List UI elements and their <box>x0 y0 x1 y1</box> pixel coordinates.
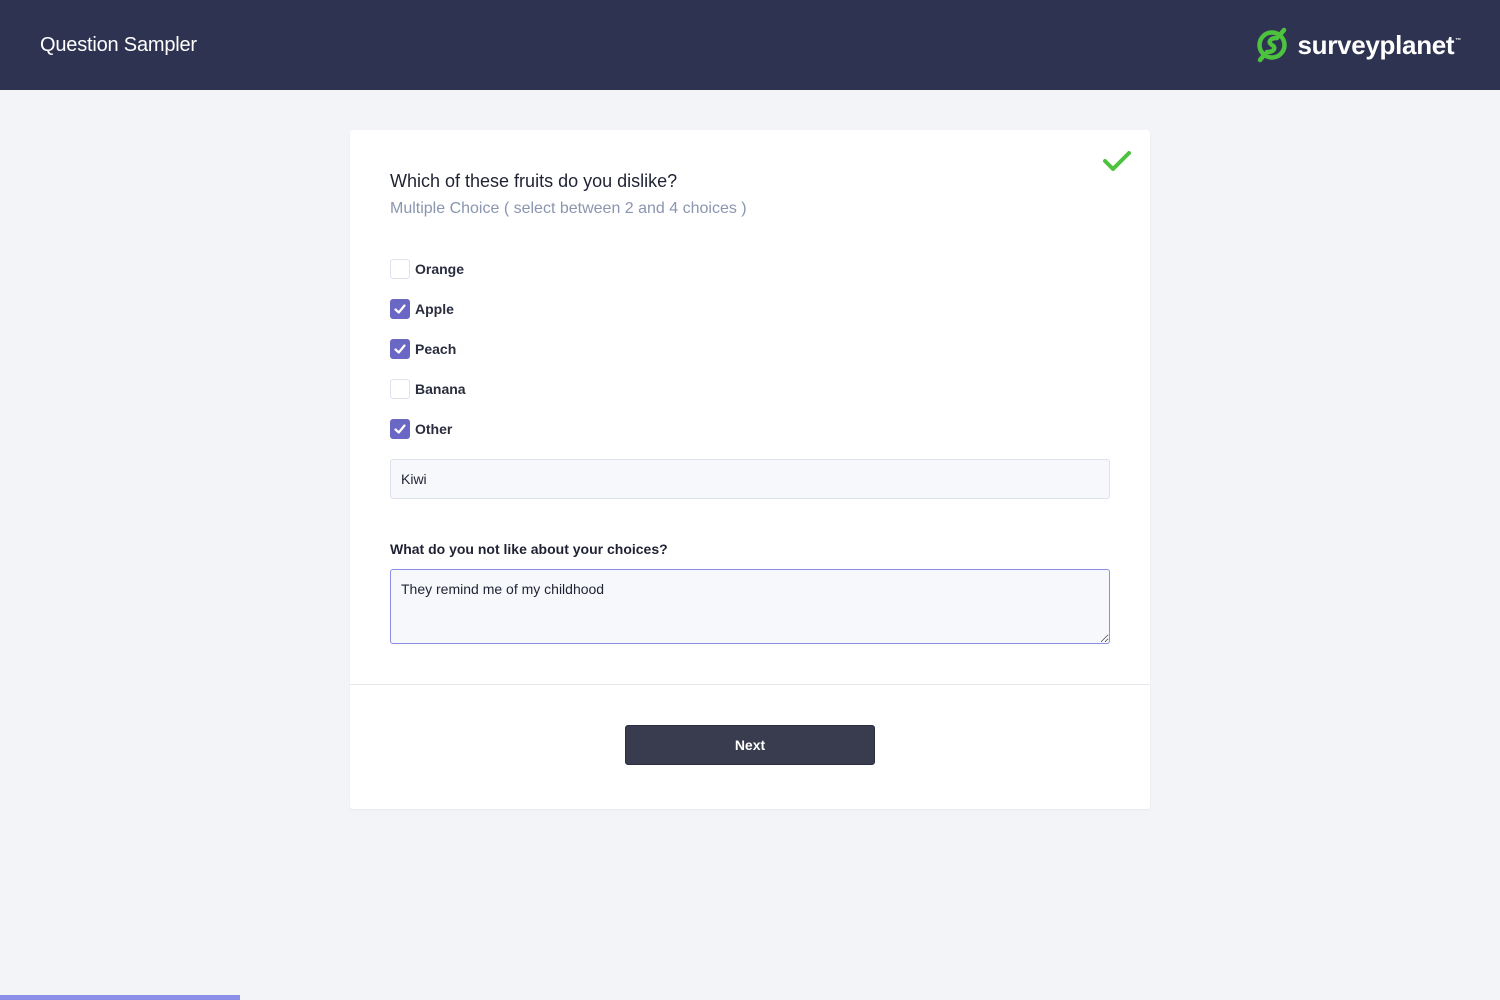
checkbox-check-icon <box>394 344 406 354</box>
checkbox[interactable] <box>390 299 410 319</box>
brand-name: surveyplanet™ <box>1297 29 1461 61</box>
question-card: Which of these fruits do you dislike? Mu… <box>350 130 1150 809</box>
checkmark-icon <box>1103 151 1131 171</box>
choice-option-peach[interactable]: Peach <box>390 339 456 359</box>
checkbox[interactable] <box>390 419 410 439</box>
trademark-mark: ™ <box>1455 37 1461 44</box>
other-answer-input[interactable] <box>390 459 1110 499</box>
choice-label: Peach <box>415 341 457 357</box>
progress-bar <box>0 995 1500 1000</box>
brand-name-text: surveyplanet <box>1297 29 1455 60</box>
question-title: Which of these fruits do you dislike? <box>390 171 678 191</box>
choice-option-other[interactable]: Other <box>390 419 452 439</box>
app-header: Question Sampler surveyplanet™ <box>0 0 1500 90</box>
next-button[interactable]: Next <box>625 725 875 765</box>
surveyplanet-logo-icon <box>1257 27 1288 63</box>
followup-question-label: What do you not like about your choices? <box>390 541 668 557</box>
checkbox[interactable] <box>390 259 410 279</box>
choice-label: Banana <box>415 381 466 397</box>
page-title: Question Sampler <box>40 33 197 56</box>
choice-option-orange[interactable]: Orange <box>390 259 464 279</box>
brand-logo[interactable]: surveyplanet™ <box>1255 25 1461 65</box>
checkbox[interactable] <box>390 339 410 359</box>
choice-label: Orange <box>415 261 465 277</box>
divider <box>350 684 1150 685</box>
checkbox[interactable] <box>390 379 410 399</box>
question-type-hint: Multiple Choice ( select between 2 and 4… <box>390 200 747 217</box>
checkbox-check-icon <box>394 424 406 434</box>
choice-label: Other <box>415 421 453 437</box>
followup-answer-textarea[interactable] <box>390 569 1110 644</box>
checkbox-check-icon <box>394 304 406 314</box>
choice-label: Apple <box>415 301 454 317</box>
choice-option-apple[interactable]: Apple <box>390 299 454 319</box>
choice-option-banana[interactable]: Banana <box>390 379 466 399</box>
progress-fill <box>0 995 240 1000</box>
